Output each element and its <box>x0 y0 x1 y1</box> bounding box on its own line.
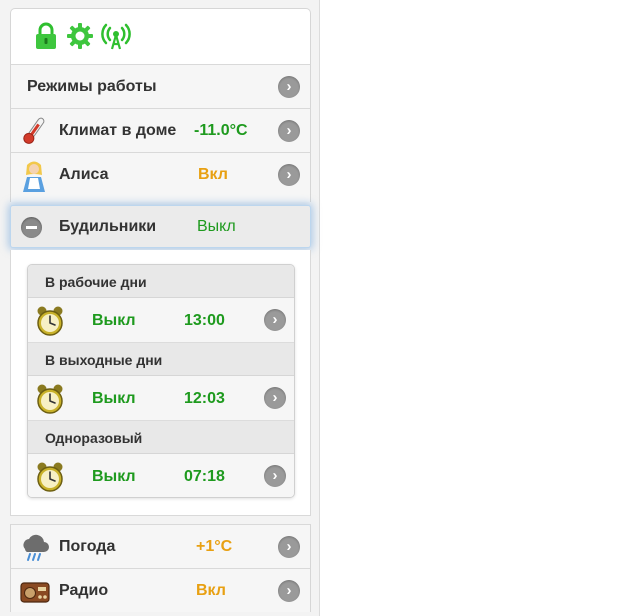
alarm-group-header: В рабочие дни <box>28 265 294 298</box>
menu-item-label: Режимы работы <box>27 78 157 95</box>
menu-item-label: Алиса <box>59 166 109 183</box>
alarm-group-header: В выходные дни <box>28 343 294 376</box>
alarm-time: 13:00 <box>184 312 225 329</box>
menu-item-label: Погода <box>59 538 116 555</box>
alarm-clock-icon <box>36 383 64 415</box>
chevron-right-icon: › <box>264 309 286 331</box>
wifi-antenna-icon[interactable] <box>101 21 131 51</box>
chevron-right-icon: › <box>278 120 300 142</box>
alarm-time: 12:03 <box>184 390 225 407</box>
collapse-icon[interactable] <box>21 217 42 238</box>
menu-item-alice[interactable]: Алиса Вкл › <box>10 152 311 202</box>
menu-item-label: Климат в доме <box>59 122 177 139</box>
chevron-right-icon: › <box>264 387 286 409</box>
alarm-row-weekends[interactable]: Выкл 12:03 › <box>28 376 294 421</box>
alarm-row-weekdays[interactable]: Выкл 13:00 › <box>28 298 294 343</box>
menu-item-label: Радио <box>59 582 109 599</box>
menu-item-radio[interactable]: Радио Вкл › <box>10 568 311 612</box>
alice-status: Вкл <box>198 166 228 183</box>
alarm-clock-icon <box>36 305 64 337</box>
alarm-status: Выкл <box>92 312 136 329</box>
side-panel: Режимы работы › Климат в доме -11.0°C › <box>0 0 320 616</box>
alarm-status: Выкл <box>92 390 136 407</box>
radio-icon <box>19 575 50 607</box>
lock-icon[interactable] <box>31 21 61 51</box>
radio-status: Вкл <box>196 582 226 599</box>
temperature-value: -11.0°C <box>194 122 248 139</box>
menu-item-label: Будильники <box>59 218 157 235</box>
menu-item-weather[interactable]: Погода +1°C › <box>10 524 311 568</box>
menu-item-alarms[interactable]: Будильники Выкл <box>10 205 311 248</box>
alarm-group-header: Одноразовый <box>28 421 294 454</box>
alarms-status: Выкл <box>197 218 236 235</box>
alice-icon <box>19 159 49 192</box>
gear-icon[interactable] <box>65 21 95 51</box>
alarm-row-oneshot[interactable]: Выкл 07:18 › <box>28 454 294 497</box>
chevron-right-icon: › <box>278 536 300 558</box>
chevron-right-icon: › <box>278 76 300 98</box>
chevron-right-icon: › <box>264 465 286 487</box>
menu-item-climate[interactable]: Климат в доме -11.0°C › <box>10 108 311 152</box>
top-toolbar <box>10 8 311 64</box>
chevron-right-icon: › <box>278 580 300 602</box>
thermometer-icon <box>19 115 49 147</box>
menu-item-modes[interactable]: Режимы работы › <box>10 64 311 108</box>
chevron-right-icon: › <box>278 164 300 186</box>
alarm-status: Выкл <box>92 468 136 485</box>
weather-cloud-icon <box>19 531 49 563</box>
weather-value: +1°C <box>196 538 233 555</box>
alarm-time: 07:18 <box>184 468 225 485</box>
alarms-list: В рабочие дни Выкл 13:00 › В выходные дн… <box>27 264 295 498</box>
alarms-panel: В рабочие дни Выкл 13:00 › В выходные дн… <box>10 250 311 516</box>
alarm-clock-icon <box>36 461 64 493</box>
